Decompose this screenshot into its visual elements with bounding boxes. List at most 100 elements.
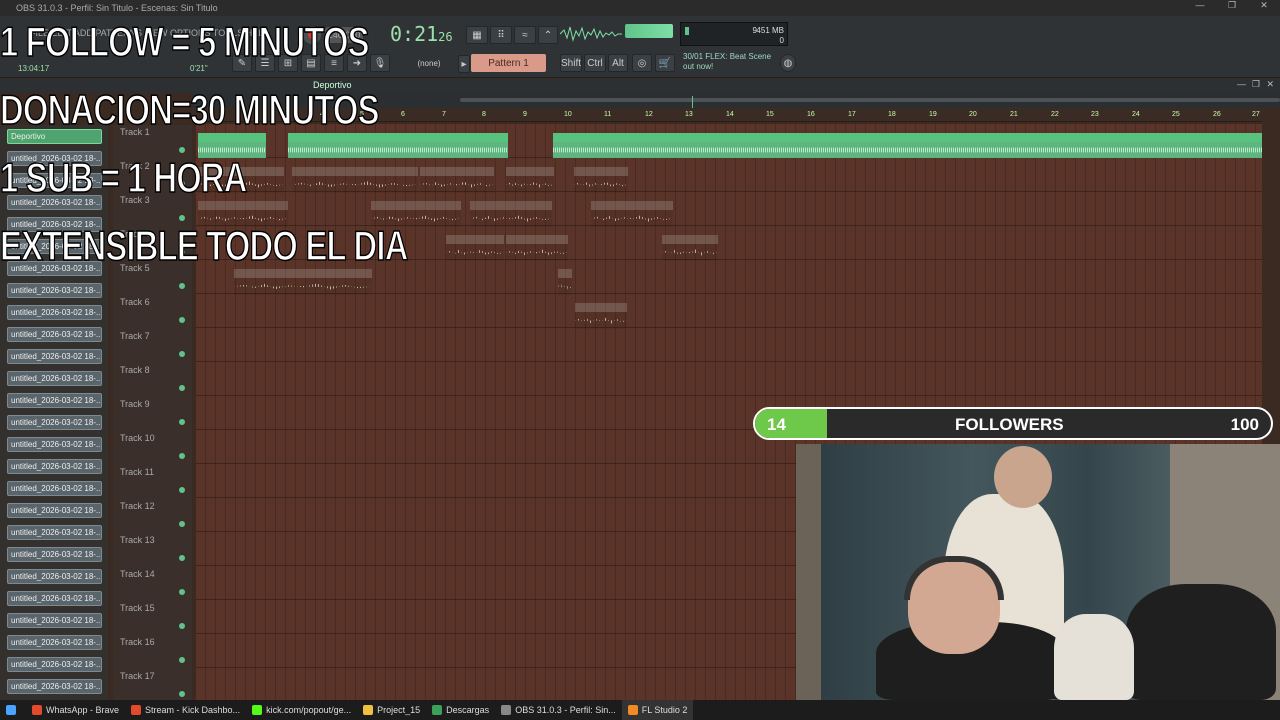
track-mute-led[interactable] bbox=[179, 623, 185, 629]
audio-clip[interactable]: untitled_2..._Insert 10 bbox=[591, 201, 673, 227]
ruler-tick: 22 bbox=[1051, 111, 1059, 118]
restore-button[interactable]: ❐ bbox=[1216, 0, 1248, 11]
audio-clip[interactable]: untitled_..._Insert 10 bbox=[420, 167, 494, 193]
track-label[interactable]: Track 10 bbox=[120, 433, 155, 443]
clip-waveform bbox=[446, 249, 504, 256]
track-label[interactable]: Track 8 bbox=[120, 365, 150, 375]
picker-item[interactable]: untitled_2026-03-02 18-... bbox=[7, 327, 102, 342]
picker-item[interactable]: untitled_2026-03-02 18-... bbox=[7, 657, 102, 672]
track-mute-led[interactable] bbox=[179, 589, 185, 595]
picker-item[interactable]: untitled_2026-03-02 18-... bbox=[7, 305, 102, 320]
track-mute-led[interactable] bbox=[179, 283, 185, 289]
picker-item[interactable]: untitled_2026-03-02 18-... bbox=[7, 635, 102, 650]
taskbar-item-label: WhatsApp - Brave bbox=[46, 705, 120, 715]
picker-item[interactable]: untitled_2026-03-02 18-... bbox=[7, 481, 102, 496]
taskbar-item[interactable]: Stream - Kick Dashbo... bbox=[125, 700, 246, 720]
playlist-max-icon[interactable]: ❐ bbox=[1252, 79, 1260, 90]
picker-item[interactable]: untitled_2026-03-02 18-... bbox=[7, 613, 102, 628]
track-mute-led[interactable] bbox=[179, 487, 185, 493]
audio-clip[interactable]: untitl...rt 10 bbox=[506, 167, 554, 193]
picker-item[interactable]: untitled_2026-03-02 18-... bbox=[7, 283, 102, 298]
audio-clip[interactable]: untitle...sert 10 bbox=[446, 235, 504, 261]
step-icon[interactable]: ⠿ bbox=[490, 26, 512, 44]
master-volume-meter[interactable] bbox=[625, 24, 673, 38]
taskbar-item[interactable]: kick.com/popout/ge... bbox=[246, 700, 357, 720]
minimize-button[interactable]: — bbox=[1184, 0, 1216, 11]
track-label[interactable]: Track 12 bbox=[120, 501, 155, 511]
picker-item[interactable]: untitled_2026-03-02 18-... bbox=[7, 393, 102, 408]
chat-icon[interactable]: ◎ bbox=[632, 54, 652, 72]
cart-icon[interactable]: 🛒 bbox=[655, 54, 675, 72]
track-mute-led[interactable] bbox=[179, 521, 185, 527]
picker-item[interactable]: untitled_2026-03-02 18-... bbox=[7, 679, 102, 694]
playlist-scroll-thumb[interactable] bbox=[460, 98, 1280, 102]
track-mute-led[interactable] bbox=[179, 453, 185, 459]
picker-item[interactable]: untitled_2026-03-02 18-... bbox=[7, 415, 102, 430]
download-icon bbox=[432, 705, 443, 715]
automation-icon[interactable]: ⌃ bbox=[538, 26, 558, 44]
track-label[interactable]: Track 17 bbox=[120, 671, 155, 681]
ctrl-button[interactable]: Ctrl bbox=[584, 54, 606, 72]
picker-item[interactable]: untitled_2026-03-02 18-... bbox=[7, 503, 102, 518]
picker-item[interactable]: untitled_2026-03-02 18-... bbox=[7, 349, 102, 364]
wave-icon[interactable]: ≈ bbox=[514, 26, 536, 44]
audio-clip[interactable]: untitled_2..._Insert 10 bbox=[470, 201, 552, 227]
track-label[interactable]: Track 14 bbox=[120, 569, 155, 579]
track-label[interactable]: Track 16 bbox=[120, 637, 155, 647]
close-button[interactable]: ✕ bbox=[1248, 0, 1280, 11]
news-ticker[interactable]: 30/01 FLEX: Beat Scene out now! bbox=[683, 52, 771, 72]
taskbar-item[interactable]: Descargas bbox=[426, 700, 495, 720]
picker-item[interactable]: untitled_2026-03-02 18-... bbox=[7, 547, 102, 562]
taskbar-item[interactable]: FL Studio 2 bbox=[621, 700, 694, 720]
audio-clip[interactable]: untitled...sert 10 bbox=[506, 235, 568, 261]
picker-item[interactable]: untitled_2026-03-02 18-... bbox=[7, 525, 102, 540]
track-label[interactable]: Track 6 bbox=[120, 297, 150, 307]
clip-waveform bbox=[591, 215, 673, 222]
taskbar-item[interactable]: Project_15 bbox=[357, 700, 426, 720]
track-label[interactable]: Track 9 bbox=[120, 399, 150, 409]
track-mute-led[interactable] bbox=[179, 657, 185, 663]
rule-donation: DONACION=30 MINUTOS bbox=[0, 85, 380, 134]
taskbar-item[interactable]: WhatsApp - Brave bbox=[26, 700, 125, 720]
audio-clip[interactable]: unti...ert 10 bbox=[575, 303, 627, 329]
playlist-close-icon[interactable]: ✕ bbox=[1266, 79, 1274, 90]
picker-item[interactable]: untitled_2026-03-02 18-... bbox=[7, 437, 102, 452]
taskbar-item[interactable]: OBS 31.0.3 - Perfil: Sin... bbox=[495, 700, 622, 720]
track-label[interactable]: Track 13 bbox=[120, 535, 155, 545]
track-label[interactable]: Track 15 bbox=[120, 603, 155, 613]
person-right bbox=[1126, 584, 1276, 700]
picker-item[interactable]: untitled_2026-03-02 18-... bbox=[7, 569, 102, 584]
track-mute-led[interactable] bbox=[179, 385, 185, 391]
person-seated bbox=[1054, 614, 1134, 700]
clip-waveform bbox=[234, 283, 372, 290]
track-mute-led[interactable] bbox=[179, 691, 185, 697]
alt-button[interactable]: Alt bbox=[608, 54, 628, 72]
shift-button[interactable]: Shift bbox=[560, 54, 582, 72]
audio-clip[interactable] bbox=[558, 269, 572, 295]
windows-taskbar: WhatsApp - Brave Stream - Kick Dashbo...… bbox=[0, 700, 1280, 720]
globe-icon[interactable]: ◍ bbox=[780, 54, 796, 72]
picker-item[interactable]: untitled_2026-03-02 18-... bbox=[7, 591, 102, 606]
ruler-tick: 10 bbox=[564, 111, 572, 118]
picker-item[interactable]: untitled_2026-03-02 18-... bbox=[7, 459, 102, 474]
clip-waveform bbox=[553, 147, 1262, 153]
pattern-selector[interactable]: Pattern 1 bbox=[471, 54, 546, 72]
track-label[interactable]: Track 11 bbox=[120, 467, 154, 477]
track-mute-led[interactable] bbox=[179, 351, 185, 357]
audio-clip[interactable]: Deportivo bbox=[553, 133, 1262, 158]
picker-item[interactable]: untitled_2026-03-02 18-... bbox=[7, 371, 102, 386]
start-icon[interactable] bbox=[0, 700, 26, 720]
audio-clip[interactable]: untitle...sert 10 bbox=[662, 235, 718, 261]
audio-clip[interactable]: untiti...ert 10 bbox=[574, 167, 628, 193]
clip-label: unti...ert 10 bbox=[578, 303, 614, 310]
track-mute-led[interactable] bbox=[179, 419, 185, 425]
track-label[interactable]: Track 7 bbox=[120, 331, 150, 341]
play-pattern-icon[interactable]: ▸ bbox=[458, 55, 470, 73]
piano-icon[interactable]: ▦ bbox=[466, 26, 488, 44]
ruler-tick: 12 bbox=[645, 111, 653, 118]
track-mute-led[interactable] bbox=[179, 317, 185, 323]
track-mute-led[interactable] bbox=[179, 555, 185, 561]
none-select[interactable]: (none) bbox=[405, 55, 453, 71]
playlist-min-icon[interactable]: — bbox=[1237, 79, 1246, 89]
song-time-frac: 26 bbox=[438, 30, 453, 44]
